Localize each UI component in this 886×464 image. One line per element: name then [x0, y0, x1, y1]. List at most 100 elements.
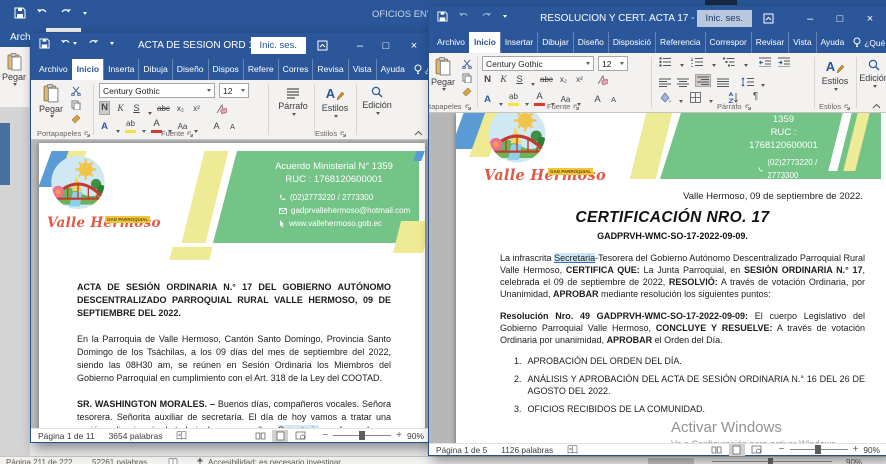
superscript-button[interactable]: x²	[191, 103, 202, 115]
editing-button[interactable]: Edición	[359, 86, 395, 115]
font-name-select[interactable]: Century Gothic	[482, 56, 594, 71]
justify-icon[interactable]	[717, 78, 729, 87]
text-effects-button[interactable]: A	[99, 121, 110, 133]
print-layout-view-button[interactable]	[272, 430, 288, 442]
numbering-icon[interactable]	[691, 57, 704, 67]
tab-inicio[interactable]: Inicio	[72, 59, 103, 80]
styles-button[interactable]: A Estilos	[319, 86, 351, 118]
align-left-icon[interactable]	[659, 78, 671, 87]
accessibility-icon[interactable]	[196, 458, 204, 464]
multilevel-list-icon[interactable]	[723, 57, 736, 67]
resolucion-document-area[interactable]: Valle Hermoso GAD PARROQUIAL Acuerdo Min…	[429, 113, 886, 443]
tab-diseno[interactable]: Diseño	[172, 59, 208, 80]
italic-button[interactable]: K	[115, 103, 126, 115]
save-icon[interactable]	[39, 38, 50, 49]
line-spacing-icon[interactable]	[741, 77, 754, 87]
shrink-font-button[interactable]: A	[608, 94, 619, 106]
ribbon-display-options-icon[interactable]	[317, 40, 343, 54]
redo-icon[interactable]	[87, 39, 99, 49]
clear-formatting-icon[interactable]	[596, 75, 608, 86]
dialog-launcher-icon[interactable]	[187, 131, 193, 137]
cut-icon[interactable]	[462, 59, 472, 69]
acta-zoom-level[interactable]: 90%	[407, 431, 424, 441]
show-paragraph-marks-button[interactable]: ¶	[750, 91, 761, 103]
tab-insertar[interactable]: Inserta	[103, 59, 138, 80]
tab-referencias[interactable]: Referencia	[655, 32, 705, 53]
underline-button[interactable]: S	[131, 103, 142, 115]
tell-me-search[interactable]: ¿Qué des	[848, 32, 886, 53]
resolucion-zoom-level[interactable]: 90%	[863, 445, 880, 455]
subscript-button[interactable]: x₂	[558, 74, 569, 86]
zoom-slider[interactable]	[790, 449, 848, 450]
qat-customize-icon[interactable]	[503, 15, 507, 18]
tab-dibujar[interactable]: Dibuja	[138, 59, 171, 80]
background-status-page[interactable]: Página 211 de 222	[6, 458, 73, 464]
read-mode-view-button[interactable]	[709, 444, 725, 456]
paste-button[interactable]: Pegar	[431, 57, 455, 91]
ribbon-display-options-icon[interactable]	[763, 13, 789, 27]
web-layout-view-button[interactable]	[292, 430, 308, 442]
highlight-color-button[interactable]: ab	[125, 118, 136, 133]
tab-ayuda[interactable]: Ayuda	[816, 32, 849, 53]
qat-customize-icon[interactable]	[83, 12, 87, 15]
tab-correspondencia[interactable]: Corres	[278, 59, 313, 80]
undo-icon[interactable]	[36, 8, 49, 19]
background-view-buttons[interactable]	[648, 458, 694, 464]
align-center-icon[interactable]	[677, 78, 689, 87]
shrink-font-button[interactable]: A	[227, 121, 238, 133]
tab-disposicion[interactable]: Disposició	[608, 32, 655, 53]
acta-document-area[interactable]: Valle Hermoso GAD PARROQUIAL Acuerdo Min…	[31, 140, 431, 428]
resolucion-document-body[interactable]: La infrascrita Secretaria-Tesorera del G…	[500, 252, 865, 415]
background-status-words[interactable]: 52261 palabras	[92, 458, 147, 464]
resolucion-page[interactable]: Valle Hermoso GAD PARROQUIAL Acuerdo Min…	[456, 113, 886, 443]
clear-formatting-icon[interactable]	[215, 104, 227, 115]
acta-document-body[interactable]: ACTA DE SESIÓN ORDINARIA N.° 17 DEL GOBI…	[77, 281, 391, 428]
dialog-launcher-icon[interactable]	[844, 104, 850, 110]
highlight-color-button[interactable]: ab	[508, 91, 519, 106]
undo-icon[interactable]	[458, 12, 470, 22]
tab-dibujar[interactable]: Dibujar	[537, 32, 573, 53]
web-layout-view-button[interactable]	[749, 444, 765, 456]
paragraph-compressed-button[interactable]: Párrafo	[275, 88, 311, 116]
tab-insertar[interactable]: Insertar	[500, 32, 537, 53]
zoom-out-button[interactable]: −	[322, 430, 328, 441]
background-zoom-thumb[interactable]	[768, 458, 773, 464]
resolucion-status-page[interactable]: Página 1 de 5	[436, 445, 487, 455]
copy-icon[interactable]	[462, 73, 472, 83]
dialog-launcher-icon[interactable]	[340, 131, 346, 137]
collapse-ribbon-icon[interactable]	[414, 130, 423, 136]
proofing-icon[interactable]	[567, 445, 578, 454]
grow-font-button[interactable]: A	[592, 94, 603, 106]
shading-icon[interactable]	[659, 92, 671, 103]
tab-revisar[interactable]: Revisa	[312, 59, 347, 80]
background-zoom-level[interactable]: 90%	[846, 458, 862, 464]
copy-icon[interactable]	[71, 100, 81, 110]
close-button[interactable]: ×	[857, 6, 883, 32]
dialog-launcher-icon[interactable]	[84, 131, 90, 137]
zoom-slider-thumb[interactable]	[359, 431, 365, 440]
tab-referencias[interactable]: Refere	[243, 59, 278, 80]
collapse-ribbon-icon[interactable]	[872, 103, 881, 109]
zoom-in-button[interactable]: +	[396, 430, 402, 441]
grow-font-button[interactable]: A	[211, 121, 222, 133]
borders-icon[interactable]	[690, 92, 701, 103]
print-layout-view-button[interactable]	[729, 444, 745, 456]
align-right-icon[interactable]	[695, 74, 711, 87]
underline-button[interactable]: S	[514, 74, 525, 86]
tab-revisar[interactable]: Revisar	[751, 32, 788, 53]
read-mode-view-button[interactable]	[252, 430, 268, 442]
tab-vista[interactable]: Vista	[348, 59, 376, 80]
font-name-select[interactable]: Century Gothic	[99, 83, 215, 98]
cut-icon[interactable]	[71, 86, 81, 96]
styles-button[interactable]: A Estilos	[819, 59, 851, 91]
bold-button[interactable]: N	[99, 101, 110, 115]
bullets-icon[interactable]	[659, 57, 672, 67]
text-effects-button[interactable]: A	[482, 94, 493, 106]
increase-indent-icon[interactable]	[778, 57, 790, 67]
tab-archivo[interactable]: Archivo	[433, 32, 469, 53]
acta-page[interactable]: Valle Hermoso GAD PARROQUIAL Acuerdo Min…	[39, 143, 425, 428]
font-size-select[interactable]: 12	[219, 83, 249, 98]
redo-icon[interactable]	[59, 8, 72, 19]
dialog-launcher-icon[interactable]	[465, 104, 471, 110]
font-size-select[interactable]: 12	[598, 56, 628, 71]
